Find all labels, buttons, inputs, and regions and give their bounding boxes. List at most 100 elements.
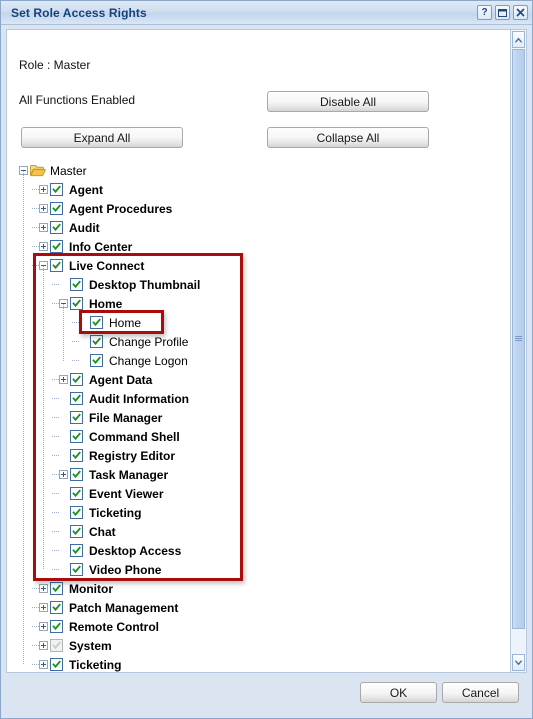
tree-node-row[interactable]: Remote Control [19, 617, 469, 636]
permission-checkbox[interactable] [90, 354, 103, 367]
permission-checkbox[interactable] [70, 411, 83, 424]
tree-node-row[interactable]: Change Logon [19, 351, 469, 370]
maximize-icon[interactable] [495, 5, 510, 20]
tree-node-row[interactable]: Live Connect [19, 256, 469, 275]
tree-node-row[interactable]: Info Center [19, 237, 469, 256]
permission-checkbox[interactable] [70, 544, 83, 557]
tree-node-row[interactable]: Command Shell [19, 427, 469, 446]
tree-connector [52, 446, 59, 465]
tree-connector [72, 332, 79, 351]
permission-checkbox[interactable] [50, 221, 63, 234]
permission-checkbox[interactable] [70, 430, 83, 443]
tree-node-label: Live Connect [69, 258, 145, 273]
permission-checkbox[interactable] [70, 392, 83, 405]
permission-checkbox[interactable] [70, 487, 83, 500]
expand-node-icon[interactable] [59, 470, 68, 479]
permission-checkbox[interactable] [50, 658, 63, 671]
permission-checkbox[interactable] [90, 316, 103, 329]
expand-node-icon[interactable] [39, 584, 48, 593]
expand-all-button[interactable]: Expand All [21, 127, 183, 148]
cancel-button[interactable]: Cancel [442, 682, 519, 703]
scrollbar-grip-icon [515, 335, 522, 342]
tree-connector [32, 256, 39, 275]
tree-expander-spacer [59, 541, 70, 560]
tree-node-row[interactable]: Agent Data [19, 370, 469, 389]
permission-checkbox[interactable] [70, 468, 83, 481]
tree-node-row[interactable]: Audit [19, 218, 469, 237]
tree-node-row[interactable]: Home [19, 313, 469, 332]
close-icon[interactable] [513, 5, 528, 20]
expand-node-icon[interactable] [39, 185, 48, 194]
expand-node-icon[interactable] [39, 242, 48, 251]
permission-checkbox[interactable] [50, 202, 63, 215]
permission-checkbox[interactable] [50, 639, 63, 652]
tree-node-row[interactable]: Patch Management [19, 598, 469, 617]
tree-node-row[interactable]: Event Viewer [19, 484, 469, 503]
expand-node-icon[interactable] [39, 622, 48, 631]
tree-node-label: Home [89, 296, 123, 311]
scroll-up-icon[interactable] [512, 31, 525, 48]
disable-all-button[interactable]: Disable All [267, 91, 429, 112]
permission-checkbox[interactable] [50, 183, 63, 196]
permission-checkbox[interactable] [50, 620, 63, 633]
tree-node-row[interactable]: Task Manager [19, 465, 469, 484]
permission-checkbox[interactable] [70, 297, 83, 310]
vertical-scrollbar[interactable] [510, 29, 527, 673]
tree-node-label: Agent [69, 182, 103, 197]
tree-node-row[interactable]: Agent Procedures [19, 199, 469, 218]
tree-node-row[interactable]: Desktop Thumbnail [19, 275, 469, 294]
tree-node-row[interactable]: Registry Editor [19, 446, 469, 465]
permission-checkbox[interactable] [50, 582, 63, 595]
window-title: Set Role Access Rights [11, 5, 147, 20]
permission-checkbox[interactable] [70, 278, 83, 291]
expand-node-icon[interactable] [39, 223, 48, 232]
permission-checkbox[interactable] [50, 601, 63, 614]
tree-node-label: Audit [69, 220, 100, 235]
tree-node-row[interactable]: Desktop Access [19, 541, 469, 560]
expand-node-icon[interactable] [39, 204, 48, 213]
scroll-down-icon[interactable] [512, 654, 525, 671]
tree-node-row[interactable]: Chat [19, 522, 469, 541]
tree-connector [52, 427, 59, 446]
tree-root-row[interactable]: Master [19, 161, 469, 180]
tree-node-label: Agent Data [89, 372, 153, 387]
tree-node-row[interactable]: Agent [19, 180, 469, 199]
tree-node-row[interactable]: Audit Information [19, 389, 469, 408]
tree-node-row[interactable]: File Manager [19, 408, 469, 427]
permission-checkbox[interactable] [70, 449, 83, 462]
permission-checkbox[interactable] [50, 240, 63, 253]
ok-button[interactable]: OK [360, 682, 437, 703]
scrollbar-thumb[interactable] [512, 49, 525, 629]
tree-node-row[interactable]: Change Profile [19, 332, 469, 351]
expand-node-icon[interactable] [39, 641, 48, 650]
tree-node-row[interactable]: Home [19, 294, 469, 313]
collapse-node-icon[interactable] [59, 299, 68, 308]
permission-checkbox[interactable] [70, 563, 83, 576]
collapse-all-button[interactable]: Collapse All [267, 127, 429, 148]
tree-node-row[interactable]: System [19, 636, 469, 655]
collapse-node-icon[interactable] [19, 166, 28, 175]
expand-node-icon[interactable] [39, 603, 48, 612]
tree-node-row[interactable]: Video Phone [19, 560, 469, 579]
scrollbar-track[interactable] [512, 49, 525, 653]
permission-checkbox[interactable] [70, 373, 83, 386]
permission-checkbox[interactable] [70, 506, 83, 519]
tree-node-row[interactable]: Ticketing [19, 655, 469, 672]
tree-node-row[interactable]: Monitor [19, 579, 469, 598]
tree-expander-spacer [59, 560, 70, 579]
expand-node-icon[interactable] [59, 375, 68, 384]
help-icon[interactable]: ? [477, 5, 492, 20]
tree-node-label: Ticketing [89, 505, 142, 520]
tree-node-row[interactable]: Ticketing [19, 503, 469, 522]
tree-expander-spacer [79, 332, 90, 351]
permission-checkbox[interactable] [90, 335, 103, 348]
permission-checkbox[interactable] [70, 525, 83, 538]
expand-node-icon[interactable] [39, 660, 48, 669]
collapse-node-icon[interactable] [39, 261, 48, 270]
tree-connector [52, 503, 59, 522]
permission-checkbox[interactable] [50, 259, 63, 272]
